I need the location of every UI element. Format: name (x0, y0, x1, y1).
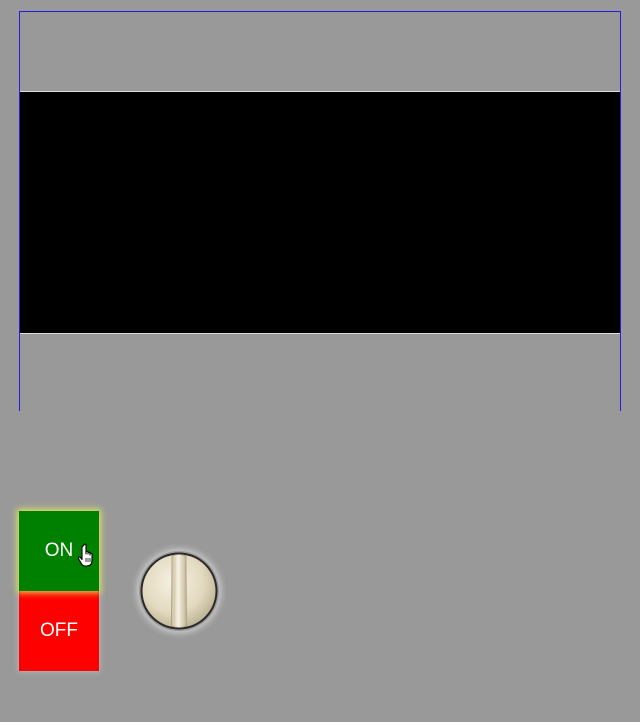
display-panel (19, 11, 621, 411)
on-button-label: ON (44, 540, 74, 561)
display-screen[interactable] (20, 92, 620, 333)
off-button[interactable]: OFF (19, 591, 99, 671)
rotary-knob[interactable] (139, 551, 219, 631)
rotary-knob-icon (140, 552, 218, 630)
display-bottom-bezel (20, 333, 620, 411)
display-top-bezel (20, 12, 620, 92)
power-switch: ON OFF (19, 511, 99, 671)
device-panel: ON OFF (0, 0, 640, 722)
off-button-label: OFF (40, 620, 78, 641)
hand-pointer-icon (77, 543, 93, 567)
on-button[interactable]: ON (19, 511, 99, 591)
